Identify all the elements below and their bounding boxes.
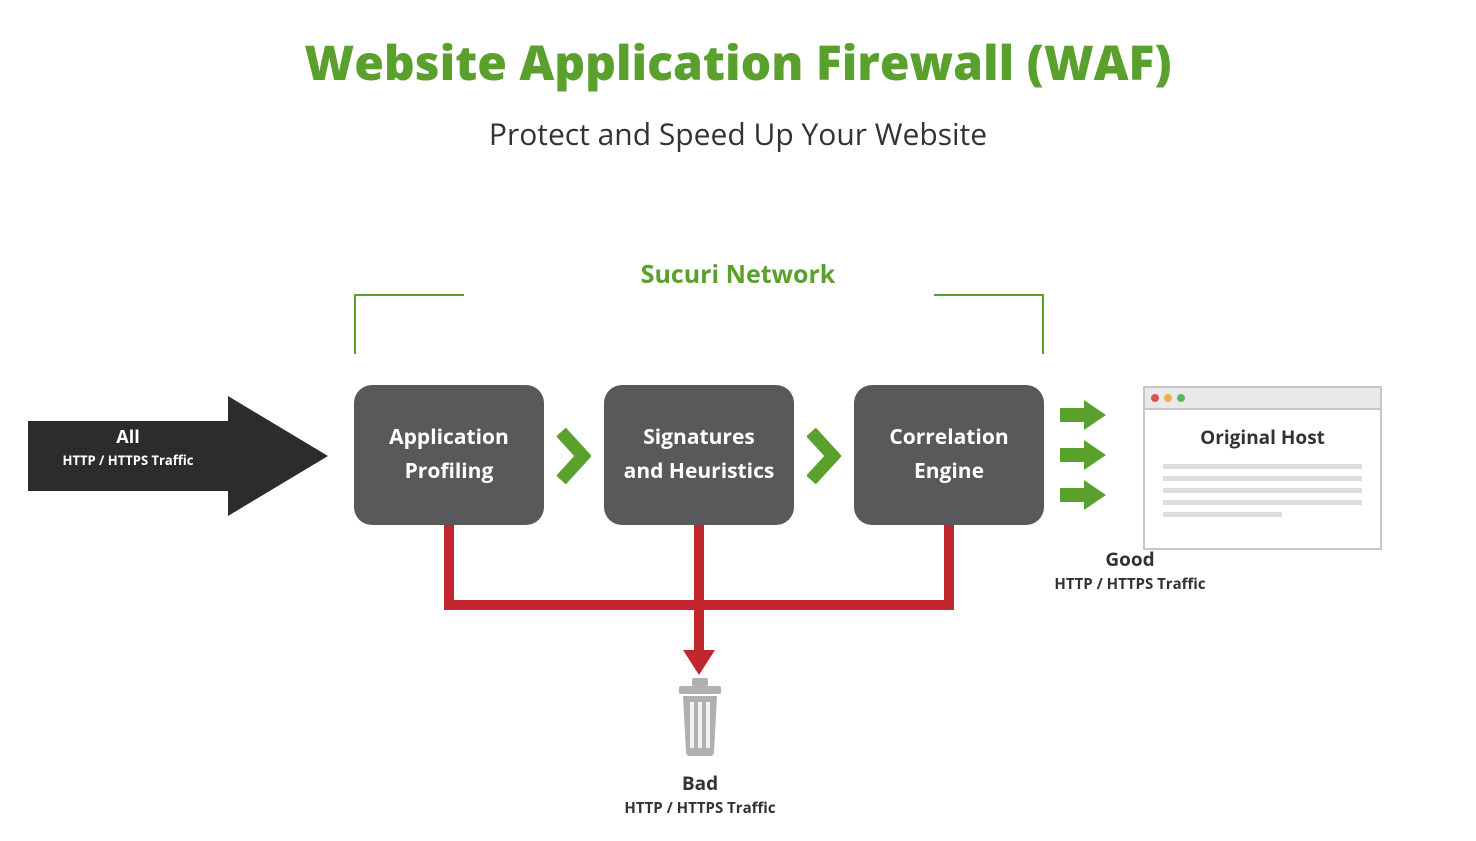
chevron-icon	[557, 428, 591, 484]
node-application-profiling: Application Profiling	[354, 385, 544, 525]
chevron-icon	[807, 428, 841, 484]
node2-line2: and Heuristics	[624, 457, 775, 485]
host-content-lines	[1163, 464, 1362, 517]
node2-line1: Signatures	[643, 423, 755, 451]
original-host-window: Original Host	[1143, 386, 1382, 550]
node3-line1: Correlation	[889, 423, 1008, 451]
node-signatures-heuristics: Signatures and Heuristics	[604, 385, 794, 525]
node1-line1: Application	[389, 423, 509, 451]
page-title: Website Application Firewall (WAF)	[0, 30, 1476, 95]
bad-line1: Bad	[560, 770, 840, 796]
page-subtitle: Protect and Speed Up Your Website	[0, 113, 1476, 154]
bad-flow-connector	[439, 525, 959, 675]
host-window-titlebar	[1145, 388, 1380, 410]
good-arrow-icon	[1060, 400, 1110, 430]
good-line2: HTTP / HTTPS Traffic	[1010, 574, 1250, 594]
good-traffic-label: Good HTTP / HTTPS Traffic	[1010, 546, 1250, 594]
good-arrow-icon	[1060, 480, 1110, 510]
window-dot-green-icon	[1177, 394, 1185, 402]
window-dot-yellow-icon	[1164, 394, 1172, 402]
host-title: Original Host	[1145, 424, 1380, 450]
node1-line2: Profiling	[405, 457, 494, 485]
incoming-traffic-label: All HTTP / HTTPS Traffic	[40, 425, 216, 469]
trash-icon	[675, 676, 725, 756]
network-bracket	[354, 294, 1044, 354]
node-correlation-engine: Correlation Engine	[854, 385, 1044, 525]
bad-line2: HTTP / HTTPS Traffic	[560, 798, 840, 818]
good-arrow-icon	[1060, 440, 1110, 470]
incoming-line1: All	[40, 425, 216, 449]
incoming-line2: HTTP / HTTPS Traffic	[40, 451, 216, 469]
network-label: Sucuri Network	[0, 257, 1476, 291]
window-dot-red-icon	[1151, 394, 1159, 402]
node3-line2: Engine	[914, 457, 984, 485]
